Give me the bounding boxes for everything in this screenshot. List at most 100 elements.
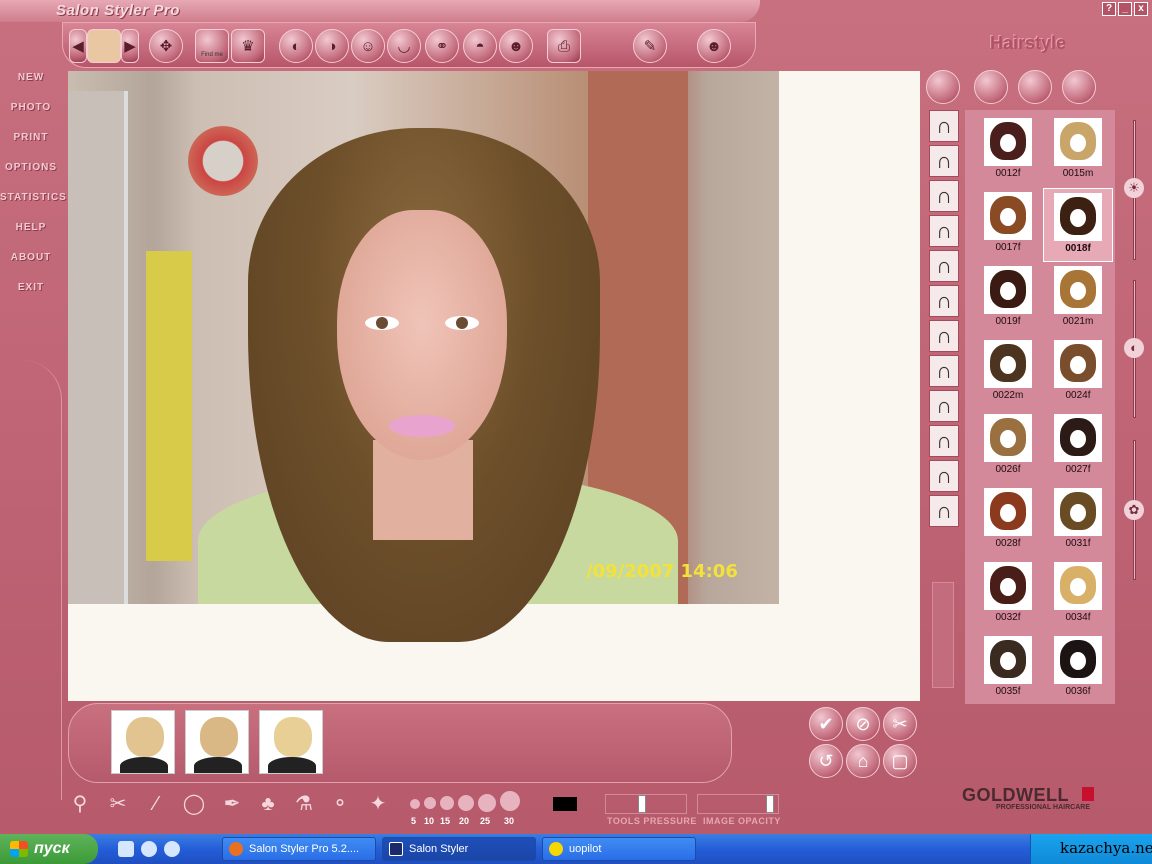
hairline-style[interactable]: ∩ (929, 250, 959, 282)
hairstyle-item[interactable]: 0028f (973, 484, 1043, 558)
menu-print[interactable]: PRINT (0, 126, 62, 156)
hairline-style[interactable]: ∩ (929, 495, 959, 527)
menu-exit[interactable]: EXIT (0, 276, 62, 306)
hairstyle-item[interactable]: 0026f (973, 410, 1043, 484)
lasso-icon[interactable]: ◯ (178, 788, 210, 820)
cancel-slash-icon[interactable]: ⊘ (846, 707, 880, 741)
hairline-style[interactable]: ∩ (929, 180, 959, 212)
hairline-style[interactable]: ∩ (929, 285, 959, 317)
history-thumb[interactable] (111, 710, 175, 774)
hairstyle-item[interactable]: 0015m (1043, 114, 1113, 188)
comb-icon[interactable]: ⁄ (140, 788, 172, 820)
hairstyle-item[interactable]: 0019f (973, 262, 1043, 336)
color-icon[interactable]: ✿ (1124, 500, 1144, 520)
minimize-button[interactable]: _ (1118, 2, 1132, 16)
help-button[interactable]: ? (1102, 2, 1116, 16)
brush-size-15[interactable] (439, 795, 455, 811)
menu-help[interactable]: HELP (0, 216, 62, 246)
taskbar-item[interactable]: Salon Styler Pro 5.2.... (222, 837, 376, 861)
hairstyle-item[interactable]: 0036f (1043, 632, 1113, 706)
hairstyle-item[interactable]: 0024f (1043, 336, 1113, 410)
hairstyle-item[interactable]: 0018f (1043, 188, 1113, 262)
jewelry-icon[interactable]: ⚭ (425, 29, 459, 63)
frame-icon[interactable]: ▢ (883, 744, 917, 778)
hairline-style[interactable]: ∩ (929, 425, 959, 457)
taskbar-item[interactable]: uopilot (542, 837, 696, 861)
hairline-style[interactable]: ∩ (929, 110, 959, 142)
tools-pressure-knob[interactable] (638, 795, 646, 813)
eyebrow-icon[interactable]: ◡ (387, 29, 421, 63)
image-opacity-slider[interactable] (697, 794, 779, 814)
menu-statistics[interactable]: STATISTICS (0, 186, 66, 216)
hairline-style[interactable]: ∩ (929, 215, 959, 247)
prev-model-icon[interactable]: ◀ (69, 29, 87, 63)
hairstyle-icon[interactable]: ◐ (279, 29, 313, 63)
hairstyle-item[interactable]: 0022m (973, 336, 1043, 410)
smudge-icon[interactable]: ⚬ (324, 788, 356, 820)
hairline-style[interactable]: ∩ (929, 390, 959, 422)
brush-icon[interactable]: ♣ (252, 788, 284, 820)
brush-size-25[interactable] (477, 793, 497, 813)
mask-icon[interactable]: ☻ (499, 29, 533, 63)
quicklaunch-icon[interactable] (164, 841, 180, 857)
brush-size-30[interactable] (499, 790, 521, 812)
makeup-kit-icon[interactable]: ♛ (231, 29, 265, 63)
scissors-icon[interactable]: ✂ (102, 788, 134, 820)
contrast-icon[interactable]: ◐ (1124, 338, 1144, 358)
hairstyle-item[interactable]: 0021m (1043, 262, 1113, 336)
hairstyle-item[interactable]: 0027f (1043, 410, 1113, 484)
vertical-size-slider[interactable] (932, 582, 954, 688)
move-icon[interactable]: ✥ (149, 29, 183, 63)
hairstyle-item[interactable]: 0032f (973, 558, 1043, 632)
magic-wand-icon[interactable]: ✦ (362, 788, 394, 820)
brightness-icon[interactable]: ☀ (1124, 178, 1144, 198)
hairstyle-item[interactable]: 0017f (973, 188, 1043, 262)
menu-photo[interactable]: PHOTO (0, 96, 62, 126)
brush-size-10[interactable] (423, 796, 437, 810)
model-portrait-icon[interactable] (87, 29, 121, 63)
printer-icon[interactable]: ⎙ (547, 29, 581, 63)
undo-shape-icon[interactable]: ✎ (633, 29, 667, 63)
menu-about[interactable]: ABOUT (0, 246, 62, 276)
next-model-icon[interactable]: ▶ (121, 29, 139, 63)
tools-pressure-slider[interactable] (605, 794, 687, 814)
monitor-check-icon[interactable] (1018, 70, 1052, 104)
hairstyle-code: 0018f (1065, 243, 1091, 254)
brush-color-swatch[interactable] (553, 797, 577, 811)
avatar-icon[interactable]: ☻ (697, 29, 731, 63)
taskbar-item-active[interactable]: Salon Styler (382, 837, 536, 861)
history-thumb[interactable] (185, 710, 249, 774)
hair-back-icon[interactable] (974, 70, 1008, 104)
quicklaunch-icon[interactable] (118, 841, 134, 857)
color-palette-icon[interactable] (1062, 70, 1096, 104)
beard-icon[interactable]: ☺ (351, 29, 385, 63)
brush-size-20[interactable] (457, 794, 475, 812)
rotate-icon[interactable]: ↺ (809, 744, 843, 778)
quicklaunch-icon[interactable] (141, 841, 157, 857)
hairline-style[interactable]: ∩ (929, 320, 959, 352)
photo-id-icon[interactable]: Find me (195, 29, 229, 63)
menu-options[interactable]: OPTIONS (0, 156, 62, 186)
hairstyle-item[interactable]: 0034f (1043, 558, 1113, 632)
hairline-style[interactable]: ∩ (929, 460, 959, 492)
hairline-style[interactable]: ∩ (929, 355, 959, 387)
start-button[interactable]: пуск (0, 834, 98, 864)
apply-check-icon[interactable]: ✔ (809, 707, 843, 741)
hairstyle-item[interactable]: 0035f (973, 632, 1043, 706)
hairstyle-item[interactable]: 0031f (1043, 484, 1113, 558)
hat-icon[interactable]: ◓ (463, 29, 497, 63)
menu-new[interactable]: NEW (0, 66, 62, 96)
sunglasses-icon[interactable]: ◑ (315, 29, 349, 63)
close-button[interactable]: x (1134, 2, 1148, 16)
pen-icon[interactable]: ✒ (216, 788, 248, 820)
brush-size-5[interactable] (409, 798, 421, 810)
flip-icon[interactable]: ⌂ (846, 744, 880, 778)
magnifier-icon[interactable]: ⚲ (64, 788, 96, 820)
hairstyle-item[interactable]: 0012f (973, 114, 1043, 188)
hairline-style[interactable]: ∩ (929, 145, 959, 177)
hair-front-icon[interactable] (926, 70, 960, 104)
image-opacity-knob[interactable] (766, 795, 774, 813)
history-thumb[interactable] (259, 710, 323, 774)
delete-scissors-icon[interactable]: ✂ (883, 707, 917, 741)
dropper-icon[interactable]: ⚗ (288, 788, 320, 820)
